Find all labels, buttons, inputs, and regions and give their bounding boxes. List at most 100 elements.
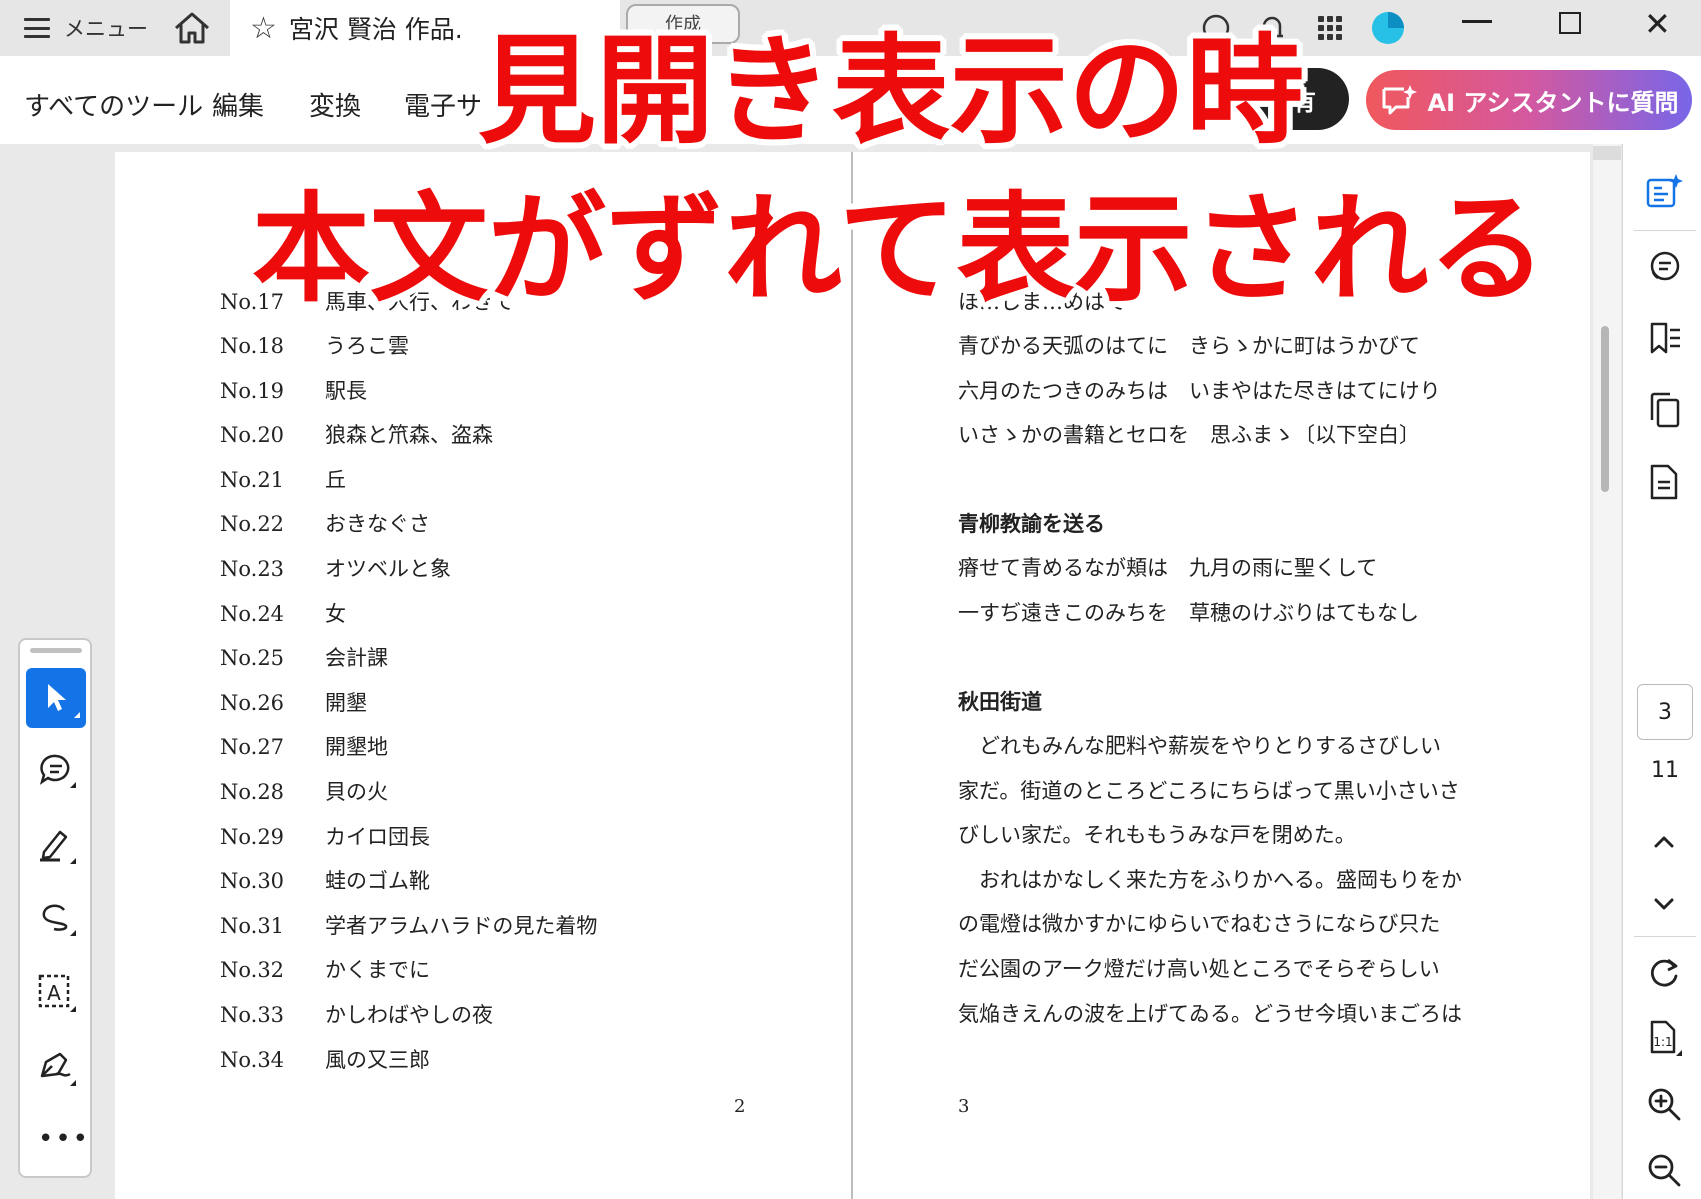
text-line: の電燈は微かすかにゆらいでねむさうにならび只た xyxy=(958,912,1441,937)
toc-row: No.25 会計課 xyxy=(220,642,388,672)
page-thumbnails-icon[interactable] xyxy=(1644,390,1684,430)
toc-row: No.21 丘 xyxy=(220,464,346,494)
toc-row: No.26 開墾 xyxy=(220,687,367,717)
maximize-icon[interactable] xyxy=(1559,12,1581,34)
text-line: びしい家だ。それももうみな戸を閉めた。 xyxy=(958,823,1356,848)
toc-row: No.24 女 xyxy=(220,598,346,628)
sidebar-separator xyxy=(1634,936,1696,937)
toc-title: 開墾 xyxy=(325,690,367,715)
toc-number: No.23 xyxy=(220,557,285,581)
toc-row: No.34 風の又三郎 xyxy=(220,1044,430,1074)
convert-tab[interactable]: 変換 xyxy=(309,86,361,123)
current-page-value: 3 xyxy=(1658,699,1672,725)
home-icon[interactable] xyxy=(168,6,216,50)
toc-number: No.25 xyxy=(220,646,285,671)
document-tab-title: 宮沢 賢治 作品. xyxy=(288,15,463,44)
scrollbar-top xyxy=(1593,146,1621,160)
toc-title: おきなぐさ xyxy=(325,512,430,537)
toc-row: No.23 オツベルと象 xyxy=(220,553,451,583)
toc-row: No.31 学者アラムハラドの見た着物 xyxy=(220,910,597,940)
edit-tab[interactable]: 編集 xyxy=(212,86,264,123)
toc-title: うろこ雲 xyxy=(325,334,409,358)
total-pages: 11 xyxy=(1651,758,1679,783)
overlay-caption-line2: 本文がずれて表示される xyxy=(252,180,1547,318)
star-icon[interactable]: ☆ xyxy=(250,11,277,46)
toc-title: 貝の火 xyxy=(325,780,388,804)
text-line: だ公園のアーク燈だけ高い処ところでそらぞらしい xyxy=(958,957,1440,981)
bookmarks-icon[interactable] xyxy=(1644,318,1684,358)
all-tools-tab[interactable]: すべてのツール xyxy=(24,86,203,123)
zoom-in-icon[interactable] xyxy=(1644,1084,1684,1124)
svg-text:A: A xyxy=(47,981,61,1005)
close-icon[interactable]: ✕ xyxy=(1644,8,1671,40)
panel-grip[interactable] xyxy=(30,648,82,653)
text-line: 一すぢ遠きこのみちを 草穂のけぶりはてもなし xyxy=(958,600,1419,625)
toc-title: 女 xyxy=(325,601,346,626)
apps-grid-icon[interactable] xyxy=(1310,8,1350,48)
toc-row: No.18 うろこ雲 xyxy=(220,330,409,360)
sidebar-separator xyxy=(1634,230,1696,231)
hamburger-icon xyxy=(24,18,50,38)
comment-icon[interactable] xyxy=(34,748,78,792)
toc-row: No.22 おきなぐさ xyxy=(220,508,430,538)
toc-title: カイロ団長 xyxy=(325,824,430,849)
toc-number: No.32 xyxy=(220,958,285,983)
overlay-caption-line1: 見開き表示の時 xyxy=(478,22,1305,160)
toc-number: No.34 xyxy=(220,1047,285,1072)
text-line: 家だ。街道のところどころにちらばって黒い小さいさ xyxy=(958,778,1460,803)
text-line: 瘠せて青めるなが頬は 九月の雨に聖くして xyxy=(958,556,1378,580)
highlight-icon[interactable] xyxy=(34,822,78,866)
toc-number: No.21 xyxy=(220,467,285,492)
svg-text:1:1: 1:1 xyxy=(1653,1035,1672,1049)
toc-title: 会計課 xyxy=(325,646,388,671)
toc-title: オツベルと象 xyxy=(325,557,451,581)
text-box-icon[interactable]: A xyxy=(34,970,78,1014)
avatar[interactable] xyxy=(1368,8,1408,48)
ai-assistant-button[interactable]: AI アシスタントに質問 xyxy=(1366,70,1692,130)
next-page-icon[interactable] xyxy=(1644,884,1684,924)
draw-freehand-icon[interactable] xyxy=(34,896,78,940)
comments-panel-icon[interactable] xyxy=(1644,246,1684,286)
toc-row: No.19 駅長 xyxy=(220,375,367,405)
actual-size-icon[interactable]: 1:1 xyxy=(1644,1018,1684,1058)
menu-label: メニュー xyxy=(64,17,148,41)
text-line: いさゝかの書籍とセロを 思ふまゝ〔以下空白〕 xyxy=(958,423,1420,448)
toc-row: No.30 蛙のゴム靴 xyxy=(220,865,430,895)
toc-number: No.26 xyxy=(220,690,285,715)
text-line: 六月のたつきのみちは いまやはた尽きはてにけり xyxy=(958,378,1441,403)
toc-row: No.29 カイロ団長 xyxy=(220,821,430,851)
more-tools-icon[interactable]: ••• xyxy=(38,1124,90,1154)
minimize-icon[interactable] xyxy=(1462,20,1492,23)
zoom-out-icon[interactable] xyxy=(1644,1150,1684,1190)
toc-number: No.27 xyxy=(220,735,285,760)
toc-row: No.28 貝の火 xyxy=(220,776,388,806)
toc-number: No.33 xyxy=(220,1003,285,1027)
toc-row: No.32 かくまでに xyxy=(220,954,430,984)
rotate-icon[interactable] xyxy=(1644,952,1684,992)
toc-number: No.31 xyxy=(220,913,285,938)
toc-title: 風の又三郎 xyxy=(325,1047,430,1072)
previous-page-icon[interactable] xyxy=(1644,822,1684,862)
toc-title: 駅長 xyxy=(325,378,367,403)
vertical-scrollbar[interactable] xyxy=(1593,144,1621,1199)
ai-summary-icon[interactable] xyxy=(1644,172,1684,212)
toc-title: かしわばやしの夜 xyxy=(325,1003,493,1027)
scrollbar-thumb[interactable] xyxy=(1601,326,1609,492)
toc-number: No.29 xyxy=(220,824,285,849)
toc-row: No.20 狼森と笊森、盗森 xyxy=(220,419,493,449)
toc-title: 蛙のゴム靴 xyxy=(325,869,430,894)
section-title-aoyagi: 青柳教諭を送る xyxy=(958,512,1105,536)
esign-tab[interactable]: 電子サ xyxy=(404,86,482,123)
toc-number: No.28 xyxy=(220,780,285,804)
section-title-akita: 秋田街道 xyxy=(958,690,1042,714)
text-line: おれはかなしく来た方をふりかへる。盛岡もりをか xyxy=(958,867,1462,892)
document-properties-icon[interactable] xyxy=(1644,462,1684,502)
current-page-input[interactable]: 3 xyxy=(1637,684,1693,740)
menu-button[interactable]: メニュー xyxy=(0,0,148,56)
text-line: 青びかる天弧のはてに きらゝかに町はうかびて xyxy=(958,334,1420,358)
toc-title: かくまでに xyxy=(325,958,430,983)
select-tool-button[interactable] xyxy=(26,668,86,728)
page-number-left: 2 xyxy=(734,1096,746,1117)
sign-icon[interactable] xyxy=(34,1044,78,1088)
toc-number: No.20 xyxy=(220,423,285,448)
